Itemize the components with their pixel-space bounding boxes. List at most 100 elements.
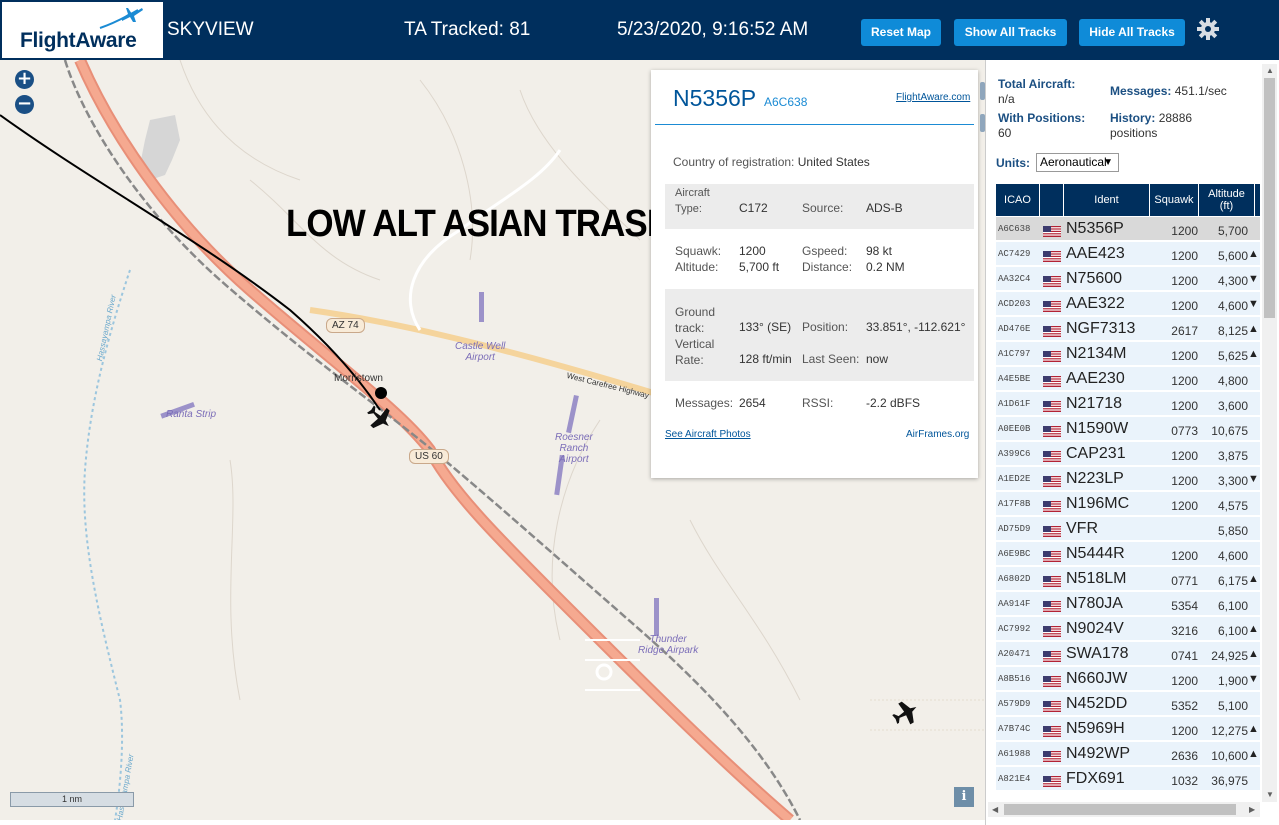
- table-row[interactable]: A399C6 CAP231 1200 3,875: [996, 442, 1260, 466]
- table-row[interactable]: A8B516 N660JW 1200 1,900 ▼: [996, 667, 1260, 691]
- table-row[interactable]: A579D9 N452DD 5352 5,100: [996, 692, 1260, 716]
- table-row[interactable]: A20471 SWA178 0741 24,925 ▲: [996, 642, 1260, 666]
- squawk-label: Squawk:: [675, 244, 722, 258]
- scrollbar-thumb[interactable]: [1264, 78, 1275, 318]
- us-flag-icon: [1043, 599, 1061, 612]
- scrollbar-thumb[interactable]: [1004, 804, 1236, 815]
- row-icao: ACD203: [998, 299, 1031, 309]
- us-flag-icon: [1043, 624, 1061, 637]
- table-row[interactable]: A0EE0B N1590W 0773 10,675: [996, 417, 1260, 441]
- flightaware-logo[interactable]: FlightAware: [2, 2, 163, 58]
- aircraft-type-value: C172: [739, 201, 768, 215]
- table-row[interactable]: AC7429 AAE423 1200 5,600 ▲: [996, 242, 1260, 266]
- table-row[interactable]: A1ED2E N223LP 1200 3,300 ▼: [996, 467, 1260, 491]
- messages-label: Messages:: [675, 396, 734, 410]
- col-squawk[interactable]: Squawk: [1150, 184, 1199, 216]
- altitude-trend-icon: ▲: [1248, 623, 1259, 635]
- altitude-trend-icon: ▲: [1248, 248, 1259, 260]
- us-flag-icon: [1043, 724, 1061, 737]
- zoom-out-button[interactable]: −: [15, 95, 34, 114]
- aircraft-detail-popup: N5356P A6C638 FlightAware.com Country of…: [651, 70, 978, 478]
- row-altitude: 3,300: [1217, 474, 1248, 488]
- horizontal-scrollbar[interactable]: ◀ ▶: [988, 802, 1260, 817]
- row-icao: AD75D9: [998, 524, 1031, 534]
- vrate-value: 128 ft/min: [739, 352, 792, 366]
- row-squawk: 5352: [1171, 699, 1198, 713]
- logo-text: FlightAware: [20, 29, 137, 52]
- row-icao: A579D9: [998, 699, 1031, 709]
- aircraft-list-panel: Total Aircraft: n/a Messages: 451.1/sec W…: [980, 60, 1279, 825]
- table-row[interactable]: A61988 N492WP 2636 10,600 ▲: [996, 742, 1260, 766]
- table-row[interactable]: A6802D N518LM 0771 6,175 ▲: [996, 567, 1260, 591]
- row-squawk: 1200: [1171, 274, 1198, 288]
- row-ident: AAE322: [1066, 295, 1125, 312]
- us-flag-icon: [1043, 674, 1061, 687]
- units-select[interactable]: Aeronautical ▼: [1036, 153, 1119, 172]
- row-ident: N223LP: [1066, 470, 1124, 487]
- flightaware-link[interactable]: FlightAware.com: [896, 92, 970, 103]
- show-all-tracks-button[interactable]: Show All Tracks: [954, 19, 1067, 46]
- row-squawk: 5354: [1171, 599, 1198, 613]
- row-icao: A1C797: [998, 349, 1031, 359]
- row-icao: A399C6: [998, 449, 1031, 459]
- table-row[interactable]: A1D61F N21718 1200 3,600: [996, 392, 1260, 416]
- vertical-scrollbar[interactable]: ▲ ▼: [1262, 64, 1277, 802]
- table-row[interactable]: A7B74C N5969H 1200 12,275 ▲: [996, 717, 1260, 741]
- site-name: SKYVIEW: [167, 19, 254, 40]
- altitude-trend-icon: ▲: [1248, 323, 1259, 335]
- row-squawk: 1200: [1171, 299, 1198, 313]
- row-icao: A6C638: [998, 224, 1031, 234]
- altitude-trend-icon: ▲: [1248, 648, 1259, 660]
- altitude-trend-icon: ▼: [1248, 473, 1259, 485]
- row-squawk: 3216: [1171, 624, 1198, 638]
- map-edge-handle: [980, 82, 985, 100]
- reset-map-button[interactable]: Reset Map: [861, 19, 941, 46]
- row-icao: A1D61F: [998, 399, 1031, 409]
- us-flag-icon: [1043, 249, 1061, 262]
- row-altitude: 4,300: [1217, 274, 1248, 288]
- table-row[interactable]: AD75D9 VFR 5,850: [996, 517, 1260, 541]
- table-row[interactable]: AD476E NGF7313 2617 8,125 ▲: [996, 317, 1260, 341]
- table-row[interactable]: A4E5BE AAE230 1200 4,800: [996, 367, 1260, 391]
- table-row[interactable]: A6E9BC N5444R 1200 4,600: [996, 542, 1260, 566]
- row-squawk: 1200: [1171, 374, 1198, 388]
- row-ident: FDX691: [1066, 770, 1125, 787]
- aircraft-photos-link[interactable]: See Aircraft Photos: [665, 429, 751, 440]
- us-flag-icon: [1043, 524, 1061, 537]
- table-row[interactable]: A1C797 N2134M 1200 5,625 ▲: [996, 342, 1260, 366]
- map-label-ranta-strip: Ranta Strip: [166, 409, 217, 420]
- airframes-link[interactable]: AirFrames.org: [906, 429, 969, 440]
- table-row[interactable]: A17F8B N196MC 1200 4,575: [996, 492, 1260, 516]
- with-positions-stat: With Positions: 60: [998, 111, 1086, 140]
- altitude-trend-icon: ▼: [1248, 273, 1259, 285]
- info-button[interactable]: i: [954, 787, 974, 807]
- col-icao[interactable]: ICAO: [996, 184, 1040, 216]
- scale-bar: 1 nm: [10, 792, 134, 807]
- table-row[interactable]: A821E4 FDX691 1032 36,975: [996, 767, 1260, 791]
- row-ident: N21718: [1066, 395, 1123, 412]
- row-altitude: 10,600: [1211, 749, 1248, 763]
- map-label-roesner-ranch: Roesner Ranch Airport: [555, 432, 593, 465]
- table-row[interactable]: AA914F N780JA 5354 6,100: [996, 592, 1260, 616]
- col-altitude[interactable]: Altitude (ft): [1199, 184, 1255, 216]
- table-row[interactable]: AA32C4 N75600 1200 4,300 ▼: [996, 267, 1260, 291]
- row-altitude: 5,625: [1217, 349, 1248, 363]
- row-altitude: 5,850: [1217, 524, 1248, 538]
- zoom-in-button[interactable]: +: [15, 70, 34, 89]
- hide-all-tracks-button[interactable]: Hide All Tracks: [1079, 19, 1185, 46]
- col-ident[interactable]: Ident: [1064, 184, 1150, 216]
- row-squawk: 2636: [1171, 749, 1198, 763]
- table-row[interactable]: AC7992 N9024V 3216 6,100 ▲: [996, 617, 1260, 641]
- gear-icon[interactable]: [1196, 17, 1220, 41]
- table-row[interactable]: A6C638 N5356P 1200 5,700: [996, 217, 1260, 241]
- row-altitude: 36,975: [1211, 774, 1248, 788]
- row-icao: A6E9BC: [998, 549, 1031, 559]
- map-label-thunder-ridge: Thunder Ridge Airpark: [638, 634, 699, 656]
- row-ident: CAP231: [1066, 445, 1126, 462]
- row-ident: N2134M: [1066, 345, 1127, 362]
- us-flag-icon: [1043, 374, 1061, 387]
- row-icao: A821E4: [998, 774, 1031, 784]
- col-flag[interactable]: [1040, 184, 1064, 216]
- row-altitude: 5,100: [1217, 699, 1248, 713]
- table-row[interactable]: ACD203 AAE322 1200 4,600 ▼: [996, 292, 1260, 316]
